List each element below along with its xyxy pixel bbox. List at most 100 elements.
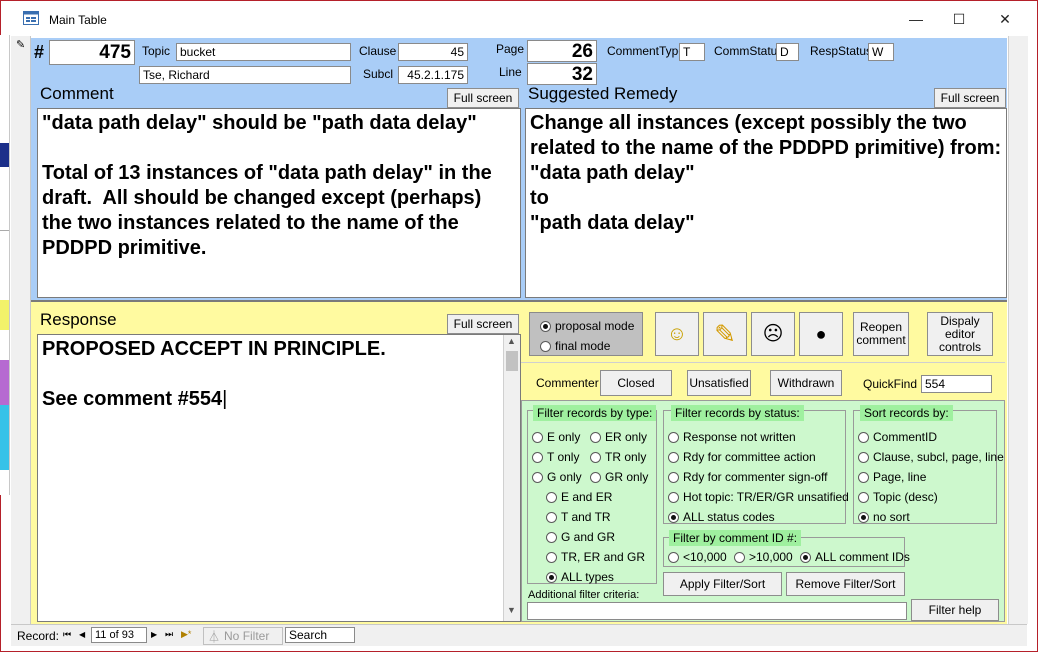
t-only-radio[interactable]: T only xyxy=(532,450,579,464)
er-only-radio[interactable]: ER only xyxy=(590,430,647,444)
window-title: Main Table xyxy=(49,13,107,27)
withdrawn-button[interactable]: Withdrawn xyxy=(770,370,842,396)
pencil-icon: ✎ xyxy=(714,318,736,349)
sort-title: Sort records by: xyxy=(860,405,953,421)
pencil-edit-icon: ✎ xyxy=(16,39,26,51)
response-not-written-radio[interactable]: Response not written xyxy=(668,430,796,444)
sort-comment-id-radio[interactable]: CommentID xyxy=(858,430,937,444)
last-record-icon[interactable]: ⏭ xyxy=(165,629,173,640)
comment-textbox[interactable]: "data path delay" should be "path data d… xyxy=(37,108,521,298)
final-mode-radio[interactable]: final mode xyxy=(540,339,610,353)
page-field[interactable]: 26 xyxy=(527,40,597,62)
frown-icon: ☹ xyxy=(762,322,784,345)
first-record-icon[interactable]: ⏮ xyxy=(63,629,71,640)
line-field[interactable]: 32 xyxy=(527,63,597,85)
additional-filter-input[interactable] xyxy=(527,602,907,620)
proposal-mode-radio[interactable]: proposal mode xyxy=(540,319,634,333)
topic-field[interactable]: bucket xyxy=(176,43,351,61)
response-textbox[interactable]: PROPOSED ACCEPT IN PRINCIPLE. See commen… xyxy=(37,334,521,622)
tr-only-radio[interactable]: TR only xyxy=(590,450,646,464)
minimize-button[interactable]: — xyxy=(893,5,939,33)
unsatisfied-button[interactable]: Unsatisfied xyxy=(687,370,751,396)
filter-status-group xyxy=(663,410,846,524)
response-full-screen-button[interactable]: Full screen xyxy=(447,314,519,334)
resp-status-label: RespStatus xyxy=(810,44,873,58)
prev-record-icon[interactable]: ◀ xyxy=(79,630,85,639)
bomb-icon: ● xyxy=(815,323,827,344)
response-text: PROPOSED ACCEPT IN PRINCIPLE. See commen… xyxy=(42,338,386,410)
record-label: Record: xyxy=(17,629,60,643)
reopen-comment-button[interactable]: Reopen comment xyxy=(853,312,909,356)
quickfind-input[interactable]: 554 xyxy=(921,375,992,393)
resp-status-field[interactable]: W xyxy=(868,43,894,61)
suggested-remedy-textbox[interactable]: Change all instances (except possibly th… xyxy=(525,108,1007,298)
g-only-radio[interactable]: G only xyxy=(532,470,582,484)
topic-label: Topic xyxy=(142,44,171,58)
remedy-full-screen-button[interactable]: Full screen xyxy=(934,88,1006,108)
maximize-icon: ☐ xyxy=(952,10,966,27)
clause-label: Clause xyxy=(359,44,397,58)
filter-help-button[interactable]: Filter help xyxy=(911,599,999,621)
commenter-name-field[interactable]: Tse, Richard xyxy=(139,66,351,84)
all-status-radio[interactable]: ALL status codes xyxy=(668,510,775,524)
filter-panel: Filter records by type: E only ER only T… xyxy=(521,400,1005,622)
sort-topic-radio[interactable]: Topic (desc) xyxy=(858,490,938,504)
next-record-icon[interactable]: ▶ xyxy=(151,630,157,639)
e-only-radio[interactable]: E only xyxy=(532,430,580,444)
filter-id-title: Filter by comment ID #: xyxy=(669,530,802,546)
record-position-field[interactable]: 11 of 93 xyxy=(91,627,147,643)
id-gt-10000-radio[interactable]: >10,000 xyxy=(734,550,793,564)
id-lt-10000-radio[interactable]: <10,000 xyxy=(668,550,727,564)
no-filter-indicator[interactable]: ⏃ No Filter xyxy=(203,627,283,645)
filter-status-title: Filter records by status: xyxy=(671,405,804,421)
apply-filter-button[interactable]: Apply Filter/Sort xyxy=(663,572,782,596)
no-sort-radio[interactable]: no sort xyxy=(858,510,910,524)
record-selector[interactable]: ✎ xyxy=(11,36,31,624)
proposal-mode-label: proposal mode xyxy=(555,319,635,333)
bomb-button[interactable]: ● xyxy=(799,312,843,356)
comm-status-field[interactable]: D xyxy=(776,43,799,61)
gr-only-radio[interactable]: GR only xyxy=(590,470,648,484)
sort-clause-radio[interactable]: Clause, subcl, page, line xyxy=(858,450,1004,464)
g-and-gr-radio[interactable]: G and GR xyxy=(546,530,615,544)
remove-filter-button[interactable]: Remove Filter/Sort xyxy=(786,572,905,596)
all-comment-ids-radio[interactable]: ALL comment IDs xyxy=(800,550,910,564)
record-navigation-bar: Record: ⏮ ◀ 11 of 93 ▶ ⏭ ▶* ⏃ No Filter S… xyxy=(11,624,1027,646)
frown-button[interactable]: ☹ xyxy=(751,312,795,356)
search-input[interactable]: Search xyxy=(285,627,355,643)
clause-field[interactable]: 45 xyxy=(398,43,468,61)
scroll-thumb[interactable] xyxy=(506,351,518,371)
comment-id-field[interactable]: 475 xyxy=(49,40,135,65)
final-mode-label: final mode xyxy=(555,339,611,353)
closed-button[interactable]: Closed xyxy=(600,370,672,396)
subcl-field[interactable]: 45.2.1.175 xyxy=(398,66,468,84)
close-button[interactable]: ✕ xyxy=(982,5,1028,33)
all-types-radio[interactable]: ALL types xyxy=(546,570,614,584)
rdy-committee-radio[interactable]: Rdy for committee action xyxy=(668,450,816,464)
comment-panel: # 475 Topic bucket Tse, Richard Clause 4… xyxy=(31,38,1007,300)
e-and-er-radio[interactable]: E and ER xyxy=(546,490,612,504)
display-editor-controls-button[interactable]: Dispaly editor controls xyxy=(927,312,993,356)
hot-topic-radio[interactable]: Hot topic: TR/ER/GR unsatified xyxy=(668,490,849,504)
sort-page-line-radio[interactable]: Page, line xyxy=(858,470,926,484)
response-panel: Response Full screen PROPOSED ACCEPT IN … xyxy=(31,300,1007,624)
response-label: Response xyxy=(40,310,117,329)
comm-status-label: CommStatus xyxy=(714,44,784,58)
sort-group xyxy=(853,410,997,524)
smiley-button[interactable]: ☺ xyxy=(655,312,699,356)
response-scrollbar[interactable]: ▲ ▼ xyxy=(503,335,520,621)
rdy-signoff-radio[interactable]: Rdy for commenter sign-off xyxy=(668,470,828,484)
tr-er-gr-radio[interactable]: TR, ER and GR xyxy=(546,550,645,564)
close-icon: ✕ xyxy=(999,10,1011,27)
comment-type-field[interactable]: T xyxy=(679,43,705,61)
radio-selected-icon xyxy=(540,320,551,332)
maximize-button[interactable]: ☐ xyxy=(936,5,982,33)
new-record-icon[interactable]: ▶* xyxy=(181,629,191,640)
quickfind-label: QuickFind xyxy=(863,377,918,391)
pencil-button[interactable]: ✎ xyxy=(703,312,747,356)
t-and-tr-radio[interactable]: T and TR xyxy=(546,510,611,524)
comment-full-screen-button[interactable]: Full screen xyxy=(447,88,519,108)
additional-filter-label: Additional filter criteria: xyxy=(528,589,640,601)
form-scrollbar[interactable] xyxy=(1008,36,1028,624)
subcl-label: Subcl xyxy=(363,67,394,81)
